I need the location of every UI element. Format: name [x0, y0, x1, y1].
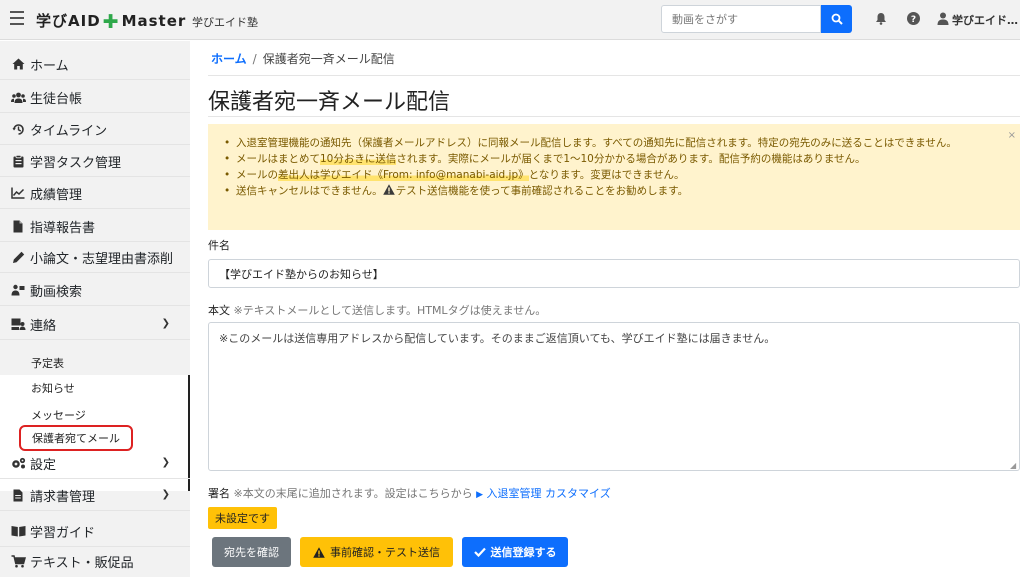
user-icon[interactable] [935, 10, 951, 26]
chevron-right-icon: ❯ [161, 457, 170, 468]
notice-alert: 入退室管理機能の通知先（保護者メールアドレス）に同報メール配信します。すべての通… [208, 124, 1020, 230]
sidebar-item-label: テキスト・販促品 [30, 556, 134, 571]
body-label-text: 本文 [208, 304, 230, 317]
sidebar-item-label: 学習ガイド [30, 525, 96, 541]
sidebar-item-label: 連絡 [30, 318, 57, 334]
sub-item-messages[interactable]: メッセージ [31, 407, 86, 423]
invoice-icon [10, 488, 26, 502]
breadcrumb-current: 保護者宛一斉メール配信 [262, 52, 395, 66]
chevron-right-icon: ❯ [161, 489, 170, 500]
sidebar-item-label: 指導報告書 [30, 220, 96, 236]
signature-note: ※本文の末尾に追加されます。設定はこちらから [233, 487, 473, 500]
signature-label: 署名 ※本文の末尾に追加されます。設定はこちらから ▶ 入退室管理 カスタマイズ [208, 485, 611, 501]
alert-item: 入退室管理機能の通知先（保護者メールアドレス）に同報メール配信します。すべての通… [220, 135, 990, 151]
confirm-recipients-button[interactable]: 宛先を確認 [212, 537, 291, 567]
school-name: 学びエイド塾 [192, 16, 258, 29]
resize-handle[interactable]: ◢ [1010, 461, 1016, 470]
caret-right-icon: ▶ [476, 490, 484, 500]
warning-icon [313, 546, 325, 558]
sidebar-item-label: 成績管理 [30, 187, 83, 203]
sidebar-item-grades[interactable]: 成績管理 [0, 178, 190, 209]
breadcrumb-separator: / [252, 52, 257, 66]
user-menu[interactable]: 学びエイド… [952, 12, 1018, 28]
submit-send-button[interactable]: 送信登録する [462, 537, 568, 567]
sidebar-item-textbooks[interactable]: テキスト・販促品 [0, 546, 190, 577]
bell-icon[interactable] [873, 10, 889, 26]
brand-logo[interactable]: 学びAID ✚ Master [36, 10, 186, 33]
users-icon [10, 90, 26, 104]
file-icon [10, 219, 26, 233]
sidebar-item-label: 請求書管理 [30, 489, 96, 505]
cart-icon [10, 555, 26, 569]
breadcrumb-home-link[interactable]: ホーム [211, 52, 247, 66]
sidebar-item-label: 生徒台帳 [30, 91, 83, 107]
top-navbar: 学びAID✚Master 学びエイド塾 ? 学びエイド… [0, 0, 1020, 40]
gears-icon [10, 456, 26, 470]
search-icon [831, 13, 843, 25]
sub-item-schedule[interactable]: 予定表 [31, 355, 64, 371]
sidebar-item-label: 設定 [30, 457, 57, 473]
clipboard-icon [10, 154, 26, 168]
brand-name: 学びAID [36, 12, 101, 30]
page-title: 保護者宛一斉メール配信 [208, 90, 451, 115]
sidebar-item-label: 学習タスク管理 [30, 155, 122, 171]
sidebar-item-reports[interactable]: 指導報告書 [0, 211, 190, 242]
chevron-down-icon: ❯ [161, 318, 170, 329]
sidebar: ホーム 生徒台帳 タイムライン 学習タスク管理 成績管理 指導報告書 小論文・志… [0, 41, 190, 577]
warning-icon [382, 184, 395, 195]
question-icon[interactable]: ? [905, 10, 921, 26]
subject-label: 件名 [208, 239, 230, 252]
divider [208, 75, 1020, 76]
signature-status-badge: 未設定です [208, 507, 277, 529]
brand-master: Master [121, 12, 187, 30]
home-icon [10, 57, 26, 71]
body-note: ※テキストメールとして送信します。HTMLタグは使えません。 [233, 304, 547, 317]
alert-item: メールはまとめて10分おきに送信されます。実際にメールが届くまで1〜10分かかる… [220, 151, 990, 167]
body-textarea[interactable]: ※このメールは送信専用アドレスから配信しています。そのままご返信頂いても、学びエ… [208, 322, 1020, 471]
subject-input[interactable] [208, 259, 1020, 288]
book-icon [10, 524, 26, 538]
pen-icon [10, 250, 26, 264]
sidebar-item-label: 動画検索 [30, 284, 83, 300]
sub-item-notices[interactable]: お知らせ [31, 380, 75, 396]
breadcrumb: ホーム / 保護者宛一斉メール配信 [211, 50, 395, 67]
sidebar-item-label: ホーム [30, 58, 69, 74]
sidebar-item-guide[interactable]: 学習ガイド [0, 516, 190, 547]
sidebar-item-invoices[interactable]: 請求書管理 ❯ [0, 480, 190, 511]
test-send-button[interactable]: 事前確認・テスト送信 [300, 537, 453, 567]
sidebar-item-contact[interactable]: 連絡 ❯ [0, 309, 190, 340]
customize-link[interactable]: ▶ 入退室管理 カスタマイズ [476, 487, 611, 500]
alert-item: メールの差出人は学びエイド《From: info@manabi-aid.jp》と… [220, 167, 990, 183]
search-button[interactable] [821, 5, 852, 33]
sidebar-item-essay[interactable]: 小論文・志望理由書添削 [0, 242, 190, 273]
sidebar-item-label: 小論文・志望理由書添削 [30, 251, 174, 267]
close-icon[interactable]: × [1008, 130, 1016, 141]
menu-icon[interactable] [10, 11, 24, 25]
sidebar-item-home[interactable]: ホーム [0, 49, 190, 80]
svg-text:?: ? [910, 15, 915, 25]
history-icon [10, 122, 26, 136]
check-icon [473, 547, 486, 557]
sidebar-item-video-search[interactable]: 動画検索 [0, 275, 190, 306]
signature-label-text: 署名 [208, 487, 230, 500]
sidebar-item-timeline[interactable]: タイムライン [0, 114, 190, 145]
body-label: 本文 ※テキストメールとして送信します。HTMLタグは使えません。 [208, 302, 546, 318]
sidebar-item-tasks[interactable]: 学習タスク管理 [0, 146, 190, 177]
video-user-icon [10, 283, 26, 297]
sidebar-item-students[interactable]: 生徒台帳 [0, 82, 190, 113]
sidebar-item-label: タイムライン [30, 123, 108, 139]
sidebar-item-settings[interactable]: 設定 ❯ [0, 448, 190, 479]
alert-item: 送信キャンセルはできません。テスト送信機能を使って事前確認されることをお勧めしま… [220, 183, 990, 199]
chart-icon [10, 186, 26, 200]
cross-icon: ✚ [102, 11, 120, 33]
video-search-input[interactable] [661, 5, 821, 33]
divider [208, 116, 1020, 117]
contact-icon [10, 317, 26, 331]
